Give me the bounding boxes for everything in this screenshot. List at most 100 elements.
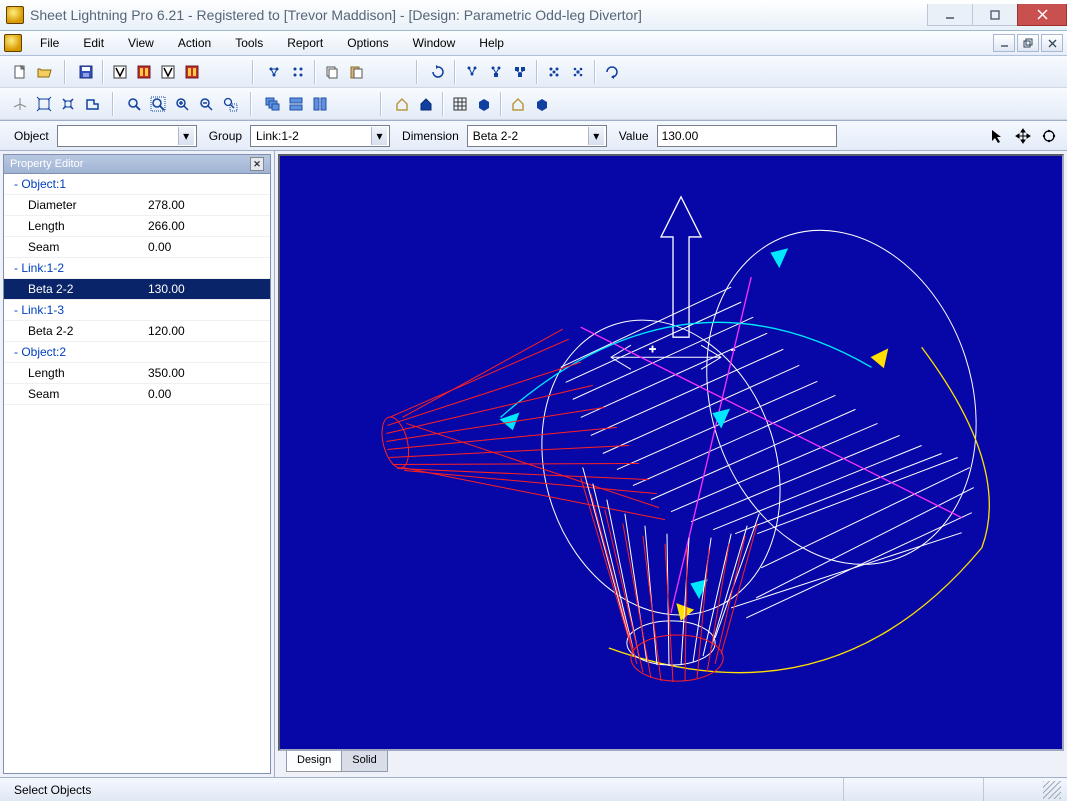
property-value: 0.00 xyxy=(144,240,270,254)
property-value: 278.00 xyxy=(144,198,270,212)
tab-solid[interactable]: Solid xyxy=(341,751,387,772)
toolbar-area xyxy=(0,56,1067,121)
zoom-in-icon[interactable] xyxy=(170,92,194,116)
status-text: Select Objects xyxy=(6,778,843,801)
link-1-icon[interactable] xyxy=(460,60,484,84)
open-file-icon[interactable] xyxy=(32,60,56,84)
tile-vert-icon[interactable] xyxy=(308,92,332,116)
menu-view[interactable]: View xyxy=(116,33,166,53)
property-row[interactable]: Seam0.00 xyxy=(4,384,270,405)
chevron-down-icon: ▾ xyxy=(588,127,604,145)
property-row[interactable]: Seam0.00 xyxy=(4,237,270,258)
value-label: Value xyxy=(611,129,653,143)
mdi-close-button[interactable] xyxy=(1041,34,1063,52)
toolbar-row-1 xyxy=(0,56,1067,88)
property-row[interactable]: Beta 2-2120.00 xyxy=(4,321,270,342)
wireframe-drawing: + - xyxy=(280,156,1062,749)
property-group[interactable]: - Object:1 xyxy=(4,174,270,195)
property-name: - Object:1 xyxy=(4,177,144,191)
cluster-1-icon[interactable] xyxy=(542,60,566,84)
cluster-2-icon[interactable] xyxy=(566,60,590,84)
link-2-icon[interactable] xyxy=(484,60,508,84)
home-outline2-icon[interactable] xyxy=(506,92,530,116)
library-4-icon[interactable] xyxy=(180,60,204,84)
group-select[interactable]: Link:1-2 ▾ xyxy=(250,125,390,147)
chevron-down-icon: ▾ xyxy=(371,127,387,145)
property-editor-panel: Property Editor ✕ - Object:1 Diameter278.… xyxy=(0,151,275,777)
zoom-icon[interactable] xyxy=(122,92,146,116)
zoom-window-icon[interactable] xyxy=(218,92,242,116)
grid-icon[interactable] xyxy=(448,92,472,116)
library-2-icon[interactable] xyxy=(132,60,156,84)
axis-icon[interactable] xyxy=(8,92,32,116)
new-file-icon[interactable] xyxy=(8,60,32,84)
zoom-extents-icon[interactable] xyxy=(146,92,170,116)
status-cell-2 xyxy=(843,778,983,801)
window-maximize-button[interactable] xyxy=(972,4,1018,26)
property-editor-close-icon[interactable]: ✕ xyxy=(250,157,264,171)
menu-options[interactable]: Options xyxy=(335,33,400,53)
dimension-select[interactable]: Beta 2-2 ▾ xyxy=(467,125,607,147)
menu-edit[interactable]: Edit xyxy=(71,33,116,53)
design-viewport[interactable]: + - xyxy=(278,154,1064,751)
property-group[interactable]: - Link:1-2 xyxy=(4,258,270,279)
paste-icon[interactable] xyxy=(344,60,368,84)
home-outline-icon[interactable] xyxy=(390,92,414,116)
parameter-bar: Object ▾ Group Link:1-2 ▾ Dimension Beta… xyxy=(0,121,1067,151)
mdi-restore-button[interactable] xyxy=(1017,34,1039,52)
rotate-icon[interactable] xyxy=(426,60,450,84)
orbit-icon[interactable] xyxy=(1037,124,1061,148)
menubar-icon xyxy=(4,34,22,52)
tile-horiz-icon[interactable] xyxy=(284,92,308,116)
window-minimize-button[interactable] xyxy=(927,4,973,26)
object-select[interactable]: ▾ xyxy=(57,125,197,147)
property-name: - Object:2 xyxy=(4,345,144,359)
menu-action[interactable]: Action xyxy=(166,33,223,53)
copy-icon[interactable] xyxy=(320,60,344,84)
property-editor-title: Property Editor xyxy=(10,158,83,170)
property-group[interactable]: - Object:2 xyxy=(4,342,270,363)
save-icon[interactable] xyxy=(74,60,98,84)
pattern-2-icon[interactable] xyxy=(286,60,310,84)
property-value: 130.00 xyxy=(144,282,270,296)
property-row[interactable]: Length266.00 xyxy=(4,216,270,237)
object-label: Object xyxy=(6,129,53,143)
resize-grip-icon[interactable] xyxy=(1043,781,1061,799)
move-icon[interactable] xyxy=(1011,124,1035,148)
menu-file[interactable]: File xyxy=(28,33,71,53)
menubar: File Edit View Action Tools Report Optio… xyxy=(0,31,1067,56)
dimension-label: Dimension xyxy=(394,129,463,143)
tab-design[interactable]: Design xyxy=(286,751,342,772)
mdi-minimize-button[interactable] xyxy=(993,34,1015,52)
pan-view-icon[interactable] xyxy=(56,92,80,116)
library-1-icon[interactable] xyxy=(108,60,132,84)
app-icon xyxy=(6,6,24,24)
zoom-out-icon[interactable] xyxy=(194,92,218,116)
property-group[interactable]: - Link:1-3 xyxy=(4,300,270,321)
pointer-icon[interactable] xyxy=(985,124,1009,148)
property-row[interactable]: Length350.00 xyxy=(4,363,270,384)
menu-tools[interactable]: Tools xyxy=(223,33,275,53)
fit-view-icon[interactable] xyxy=(32,92,56,116)
cascade-icon[interactable] xyxy=(260,92,284,116)
property-name: Seam xyxy=(4,240,144,254)
window-close-button[interactable] xyxy=(1017,4,1067,26)
property-name: Length xyxy=(4,366,144,380)
menu-window[interactable]: Window xyxy=(401,33,468,53)
pattern-1-icon[interactable] xyxy=(262,60,286,84)
status-cell-3 xyxy=(983,778,1043,801)
home-solid-icon[interactable] xyxy=(414,92,438,116)
shape-solid-icon[interactable] xyxy=(472,92,496,116)
link-3-icon[interactable] xyxy=(508,60,532,84)
shape-solid2-icon[interactable] xyxy=(530,92,554,116)
menu-report[interactable]: Report xyxy=(275,33,335,53)
rotate-cw-icon[interactable] xyxy=(600,60,624,84)
region-icon[interactable] xyxy=(80,92,104,116)
library-3-icon[interactable] xyxy=(156,60,180,84)
menu-help[interactable]: Help xyxy=(467,33,516,53)
status-bar: Select Objects xyxy=(0,778,1067,801)
value-input[interactable] xyxy=(657,125,837,147)
property-editor-header: Property Editor ✕ xyxy=(3,154,271,174)
property-row[interactable]: Diameter278.00 xyxy=(4,195,270,216)
property-row[interactable]: Beta 2-2130.00 xyxy=(4,279,270,300)
